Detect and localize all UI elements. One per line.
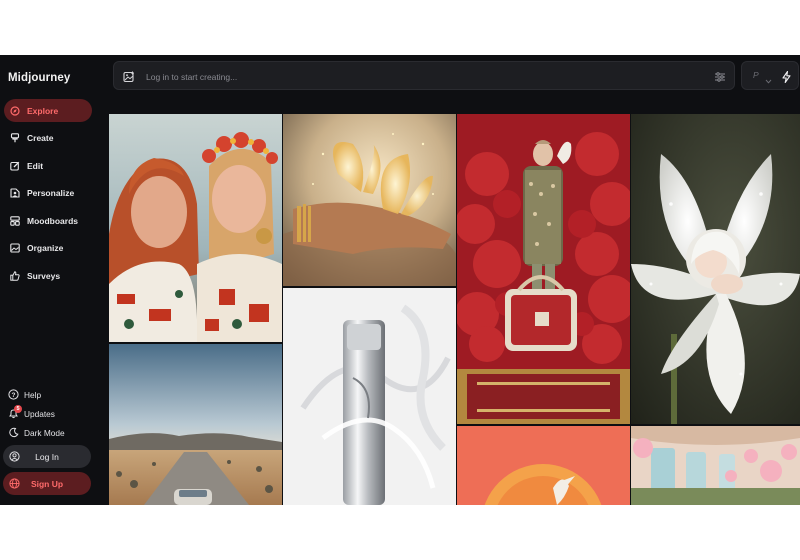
chevron-down-icon [765, 72, 772, 84]
updates-label: Updates [24, 408, 55, 419]
gallery-tile-orange-bird[interactable] [457, 426, 630, 505]
help-label: Help [24, 389, 42, 400]
app-window: Midjourney Explore Create Edit Personali… [0, 55, 800, 505]
sidebar-item-label: Surveys [27, 270, 61, 281]
globe-icon [9, 478, 20, 489]
gallery-tile-desert-road[interactable] [109, 344, 282, 505]
folder-image-icon [10, 243, 20, 253]
gallery-tile-balloon-train[interactable] [631, 426, 800, 505]
gallery-tile-lily-baby[interactable] [631, 114, 800, 424]
gallery-tile-butterflies[interactable] [283, 114, 456, 286]
sidebar: Midjourney Explore Create Edit Personali… [0, 55, 104, 505]
sidebar-item-label: Edit [27, 160, 44, 171]
moon-icon [8, 427, 19, 438]
gallery-tile-folk-portrait[interactable] [109, 114, 282, 342]
sidebar-item-label: Create [27, 133, 54, 143]
sidebar-bottom: ? Help 5 Updates Dark Mode [0, 385, 104, 442]
sidebar-nav: Explore Create Edit Personalize Moodboar… [0, 99, 104, 292]
gallery-tile-silver-bottle[interactable] [283, 288, 456, 505]
mode-label: P [753, 70, 759, 80]
brand-logo-text[interactable]: Midjourney [8, 72, 70, 84]
lightning-icon[interactable] [781, 70, 792, 84]
prompt-input[interactable] [144, 67, 688, 87]
sidebar-item-label: Moodboards [27, 215, 78, 226]
gallery-tile-red-garden[interactable] [457, 114, 630, 424]
sidebar-item-create[interactable]: Create [4, 127, 92, 150]
bell-icon: 5 [8, 405, 22, 419]
sidebar-item-label: Organize [27, 243, 64, 253]
brush-icon [10, 133, 20, 143]
compass-icon [10, 105, 20, 116]
settings-sliders-icon[interactable] [714, 70, 726, 82]
dark-mode-toggle[interactable]: Dark Mode [0, 423, 104, 442]
prompt-bar[interactable] [113, 61, 735, 90]
updates-badge: 5 [14, 405, 22, 413]
mode-selector[interactable]: P [741, 61, 799, 90]
login-button[interactable]: Log In [3, 445, 91, 468]
help-link[interactable]: ? Help [0, 385, 104, 404]
sidebar-item-label: Personalize [27, 188, 75, 198]
signup-button[interactable]: Sign Up [3, 472, 91, 495]
updates-link[interactable]: 5 Updates [0, 404, 104, 423]
sidebar-item-edit[interactable]: Edit [4, 154, 92, 177]
sidebar-item-label: Explore [27, 105, 59, 116]
user-profile-icon [10, 188, 20, 198]
sidebar-item-surveys[interactable]: Surveys [4, 264, 92, 287]
sidebar-item-organize[interactable]: Organize [4, 237, 92, 260]
thumbs-up-icon [10, 270, 20, 281]
edit-icon [10, 161, 20, 171]
help-icon: ? [8, 389, 19, 400]
sidebar-item-moodboards[interactable]: Moodboards [4, 209, 92, 232]
user-circle-icon [9, 451, 20, 462]
dark-mode-label: Dark Mode [24, 427, 65, 438]
grid-icon [10, 215, 20, 226]
image-add-icon[interactable] [123, 70, 135, 83]
svg-text:?: ? [12, 392, 16, 399]
sidebar-item-personalize[interactable]: Personalize [4, 182, 92, 205]
sidebar-item-explore[interactable]: Explore [4, 99, 92, 122]
